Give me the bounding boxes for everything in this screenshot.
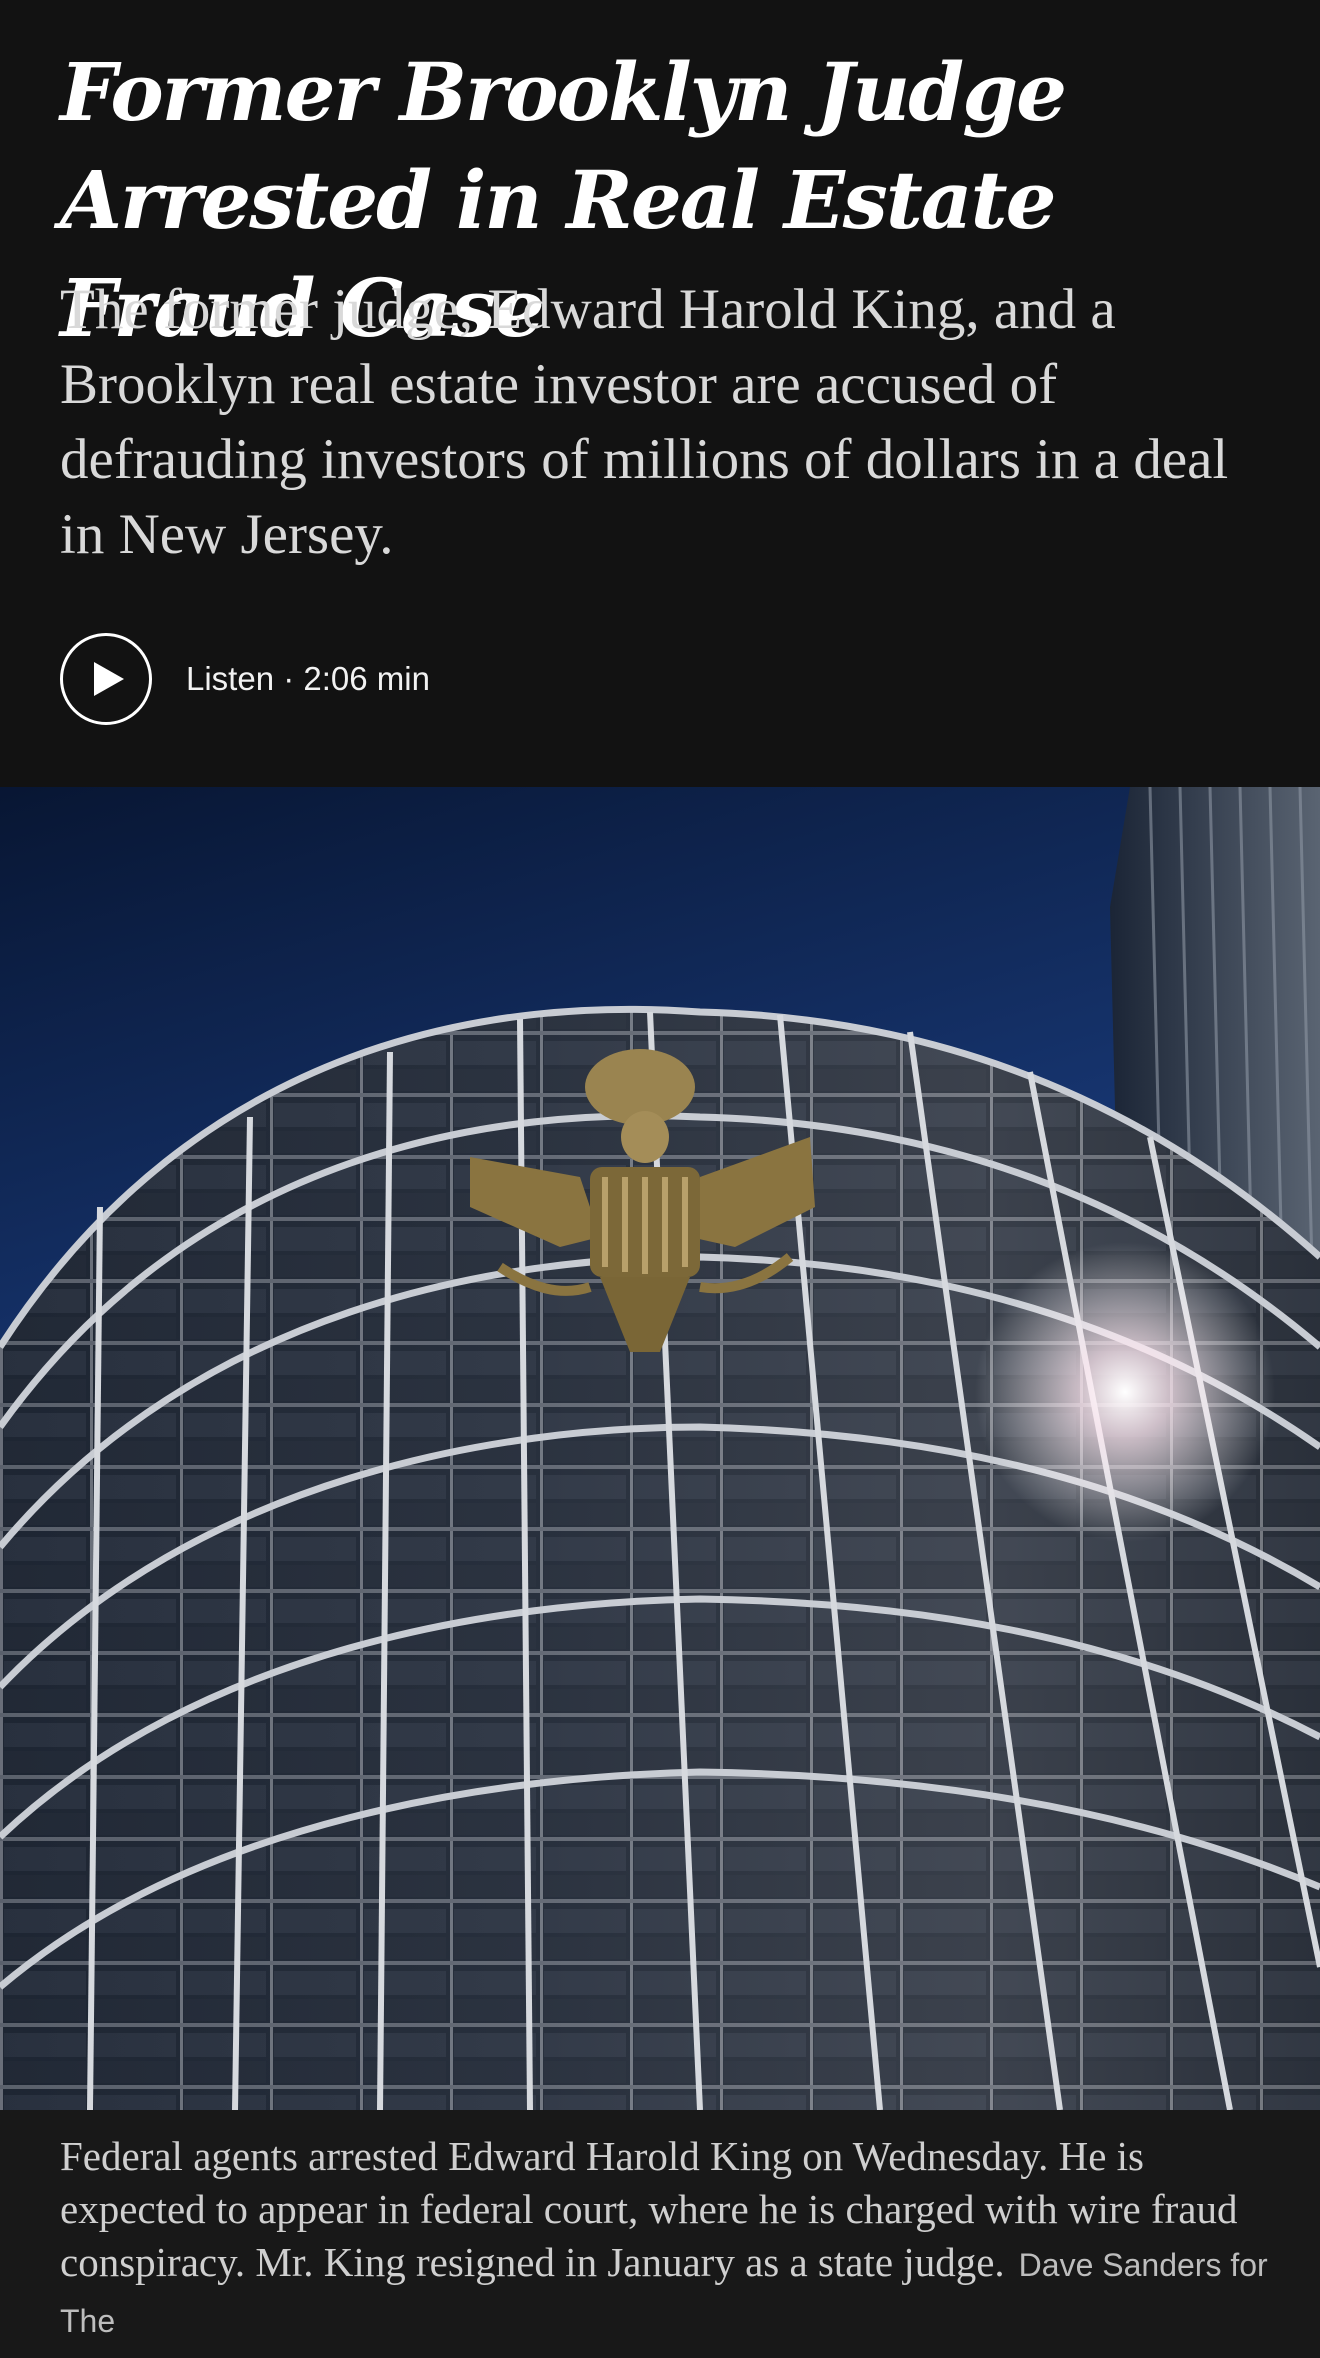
article-photo [0, 787, 1320, 2110]
article-header: Former Brooklyn Judge Arrested in Real E… [0, 0, 1320, 787]
photo-caption: Federal agents arrested Edward Harold Ki… [60, 2130, 1270, 2348]
listen-duration: Listen · 2:06 min [186, 660, 430, 697]
play-icon [94, 662, 124, 696]
play-button[interactable] [60, 633, 152, 725]
listen-control[interactable]: Listen · 2:06 min [60, 630, 430, 728]
article-summary: The former judge, Edward Harold King, an… [60, 278, 1229, 566]
caption-area: Federal agents arrested Edward Harold Ki… [0, 2110, 1320, 2358]
